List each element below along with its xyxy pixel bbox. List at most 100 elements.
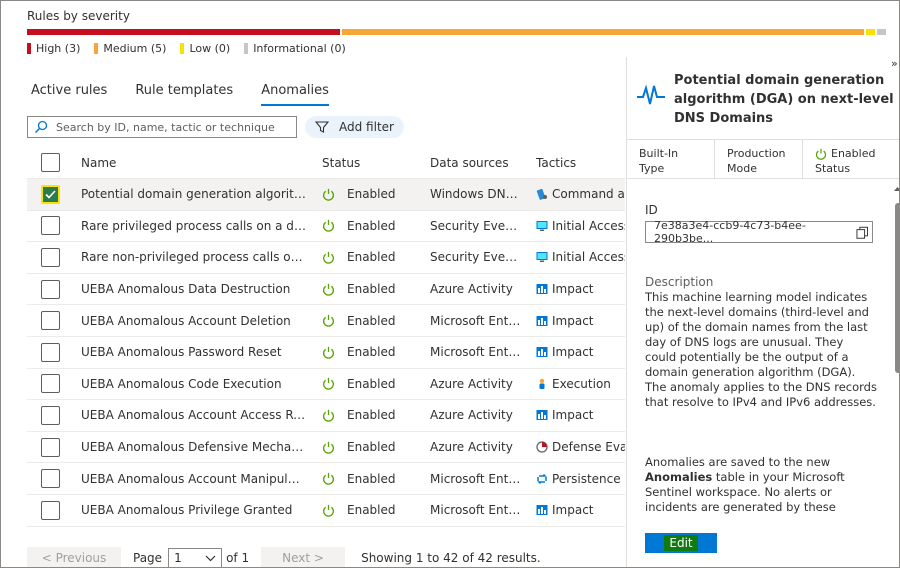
rule-name[interactable]: UEBA Anomalous Code Execution [73,377,314,391]
tab-active-rules[interactable]: Active rules [31,83,107,104]
table-row[interactable]: Rare privileged process calls on a daily… [27,211,625,243]
rule-tactic: Impact [530,314,625,328]
scrollbar-thumb[interactable] [895,203,899,373]
rule-status: Enabled [314,408,422,422]
search-icon [34,120,48,134]
rule-name[interactable]: UEBA Anomalous Account Manipulation [73,472,314,486]
rule-tactic-label: Execution [552,376,611,391]
edit-button[interactable]: Edit [645,533,717,553]
impact-icon [536,346,548,358]
row-checkbox-cell [27,247,73,267]
column-header-name[interactable]: Name [73,156,314,170]
copy-icon[interactable] [856,226,868,239]
row-checkbox[interactable] [41,184,60,204]
table-row[interactable]: UEBA Anomalous Password Reset Enabled Micr… [27,337,625,369]
row-checkbox[interactable] [41,374,60,394]
add-filter-button[interactable]: Add filter [305,116,404,138]
initial-access-icon [536,220,548,232]
rule-data-source: Microsoft Entra ID [430,471,530,486]
previous-page-button[interactable]: < Previous [27,547,121,567]
select-all-checkbox[interactable] [41,153,60,172]
row-checkbox-cell [27,279,73,299]
rule-name[interactable]: UEBA Anomalous Password Reset [73,345,314,359]
row-checkbox[interactable] [41,469,60,489]
row-checkbox[interactable] [41,405,60,425]
power-icon [323,378,334,391]
meta-status-label: Status [815,162,851,175]
rule-status-label: Enabled [347,503,396,518]
row-checkbox-cell [27,469,73,489]
column-header-data-sources[interactable]: Data sources [422,156,530,170]
page-select-value: 1 [174,551,182,565]
rule-name[interactable]: UEBA Anomalous Account Deletion [73,314,314,328]
rule-tactic-label: Impact [552,282,594,297]
table-row[interactable]: Potential domain generation algorithm (D… [27,179,625,211]
table-row[interactable]: UEBA Anomalous Code Execution Enabled Azur… [27,369,625,401]
power-icon [323,346,334,359]
row-checkbox[interactable] [41,216,60,236]
rule-name[interactable]: Rare non-privileged process calls on a d… [73,250,314,264]
details-scrollbar[interactable] [893,185,900,515]
tab-rule-templates[interactable]: Rule templates [135,83,233,104]
column-header-status[interactable]: Status [314,156,422,170]
rule-status-label: Enabled [347,187,396,202]
rule-status: Enabled [314,219,422,233]
row-checkbox[interactable] [41,437,60,457]
table-row[interactable]: UEBA Anomalous Account Manipulation Enabl… [27,463,625,495]
search-box[interactable] [27,116,297,138]
legend-informational-swatch [244,43,249,54]
details-title: Potential domain generation algorithm (D… [674,73,894,126]
details-scroll-area[interactable]: ID 7e38a3e4-ccb9-4c73-b4ee-290b3be... De… [627,185,899,517]
legend-informational: Informational (0) [244,42,346,55]
row-checkbox[interactable] [41,311,60,331]
meta-type: Built-In Type [627,140,715,178]
description-label: Description [645,275,714,289]
table-row[interactable]: UEBA Anomalous Account Deletion Enabled Mi… [27,305,625,337]
next-page-button[interactable]: Next > [261,547,346,567]
row-checkbox[interactable] [41,342,60,362]
table-row-partial [27,527,625,539]
rule-data-source: Azure Activity [430,440,513,455]
severity-bar-low [866,29,875,35]
table-row[interactable]: UEBA Anomalous Data Destruction Enabled Az… [27,274,625,306]
rule-name[interactable]: UEBA Anomalous Account Access Removal [73,408,314,422]
rule-name[interactable]: UEBA Anomalous Data Destruction [73,282,314,296]
rule-status-label: Enabled [347,250,396,265]
power-icon [815,148,827,160]
rule-tactic: Persistence [530,472,625,486]
pagination: < Previous Page 1 of 1 Next > Showing 1 … [27,547,625,567]
page-select[interactable]: 1 [168,548,223,567]
command-icon [536,188,548,201]
table-row[interactable]: UEBA Anomalous Account Access Removal Ena… [27,400,625,432]
meta-status: Enabled Status [803,140,891,178]
row-checkbox[interactable] [41,500,60,520]
rule-name[interactable]: UEBA Anomalous Defensive Mechanism Modif… [73,440,314,454]
edit-button-label: Edit [664,535,698,551]
table-row[interactable]: UEBA Anomalous Defensive Mechanism Modif… [27,432,625,464]
scroll-up-icon[interactable] [893,185,900,193]
table-row[interactable]: Rare non-privileged process calls on a d… [27,242,625,274]
column-header-tactics[interactable]: Tactics [530,156,625,170]
legend-high: High (3) [27,42,80,55]
rule-name[interactable]: UEBA Anomalous Privilege Granted [73,503,314,517]
tab-anomalies[interactable]: Anomalies [261,83,329,106]
rule-status: Enabled [314,503,422,517]
legend-low-swatch [180,43,185,54]
power-icon [323,473,334,485]
row-checkbox-cell [27,405,73,425]
row-checkbox[interactable] [41,247,60,267]
sentinel-analytics-window: Rules by severity High (3) Medium (5) Lo… [0,0,900,568]
results-summary: Showing 1 to 42 of 42 results. [361,551,541,565]
anomalies-note-bold: Anomalies [645,470,713,484]
search-input[interactable] [56,120,286,134]
expand-panel-button[interactable]: » [891,57,898,70]
rule-name[interactable]: Rare privileged process calls on a daily… [73,219,314,233]
rule-name[interactable]: Potential domain generation algorithm (D… [73,187,314,201]
rule-status: Enabled [314,187,422,201]
legend-medium-label: Medium (5) [103,42,167,55]
row-checkbox[interactable] [41,279,60,299]
table-row[interactable]: UEBA Anomalous Privilege Granted Enabled M… [27,495,625,527]
rule-tactic: Initial Access [530,219,625,233]
anomaly-pulse-icon [637,84,665,105]
meta-type-label: Type [639,162,665,175]
